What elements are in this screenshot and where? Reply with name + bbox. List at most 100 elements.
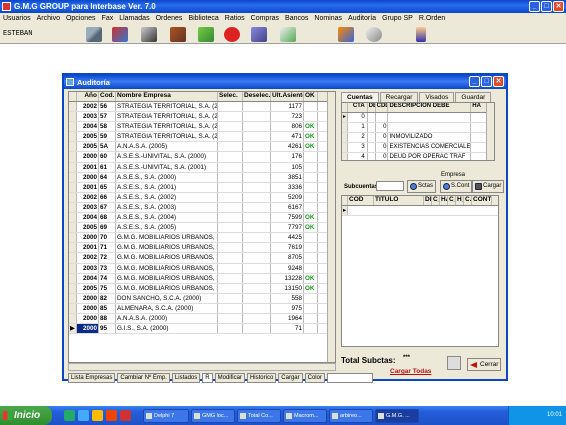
col-de[interactable]: DE [368, 103, 376, 112]
col-ano[interactable]: Año [77, 92, 99, 101]
ie-icon[interactable] [78, 410, 89, 421]
table-row[interactable]: 200575G.M.G. MOBILIARIOS URBANOS, S.A. (… [69, 283, 335, 294]
table-row[interactable]: 200070G.M.G. MOBILIARIOS URBANOS, S.A. (… [69, 233, 335, 244]
menu-bancos[interactable]: Bancos [285, 13, 308, 25]
task-macrom[interactable]: Macrom... [283, 408, 327, 423]
table-row[interactable]: 2000 64 A.S.E.S., S.A. (2000) 3851 [69, 172, 335, 183]
col-cod[interactable]: Cod. [99, 92, 116, 101]
col-cta[interactable]: CTA [348, 103, 368, 112]
table-row[interactable]: 2001 61 A.S.E.S.-UNIVITAL, S.A. (2001) 105 [69, 162, 335, 173]
table-row[interactable]: 200256STRATEGIA TERRITORIAL, S.A. (2002)… [69, 102, 335, 113]
table-row[interactable]: 200171G.M.G. MOBILIARIOS URBANOS, S.A. (… [69, 243, 335, 254]
menu-compras[interactable]: Compras [251, 13, 279, 25]
col-ok[interactable]: OK [304, 92, 318, 101]
firefox-icon[interactable] [106, 410, 117, 421]
table-row[interactable]: 200474G.M.G. MOBILIARIOS URBANOS, S.A. (… [69, 273, 335, 284]
empresa-input[interactable] [376, 181, 404, 191]
color-input[interactable] [326, 373, 373, 383]
col-ult-asiento[interactable]: Ult.Asiento [271, 92, 304, 101]
table-row[interactable]: 200373G.M.G. MOBILIARIOS URBANOS, S.A. (… [69, 263, 335, 274]
home-icon[interactable] [198, 27, 214, 42]
color-button[interactable]: Color [304, 373, 325, 383]
person-icon[interactable] [416, 27, 426, 42]
col-c2[interactable]: C_ [448, 196, 456, 205]
empresas-grid[interactable]: Año Cod. Nombre Empresa Selec. Deselec. … [68, 91, 336, 363]
col-cdd[interactable]: CDD [376, 103, 389, 112]
tab-visados[interactable]: Visados [419, 92, 455, 102]
table-row[interactable]: 10 [342, 123, 494, 134]
col-descripcion-debe[interactable]: DESCRIPCION DEBE [388, 103, 472, 112]
col-titulo[interactable]: TITULO [374, 196, 424, 205]
cuentas-vertical-scrollbar[interactable] [486, 103, 494, 160]
window-maximize-button[interactable]: □ [481, 76, 492, 87]
table-row[interactable]: 3 0 EXISTENCIAS COMERCIALE [342, 143, 494, 154]
quicklaunch-icon[interactable] [64, 410, 75, 421]
col-cont[interactable]: CONT [472, 196, 492, 205]
table-row[interactable]: 2001 65 A.S.E.S., S.A. (2001) 3336 [69, 182, 335, 193]
tab-guardar[interactable]: Guardar [455, 92, 492, 102]
task-arbireo[interactable]: arbireo... [329, 408, 373, 423]
r-checkbox[interactable]: R [202, 373, 213, 383]
maximize-button[interactable]: □ [541, 1, 552, 12]
table-row[interactable]: 2002 66 A.S.E.S., S.A. (2002) 5209 [69, 192, 335, 203]
menu-archivo[interactable]: Archivo [37, 13, 60, 25]
table-row[interactable]: 2000 82 DON SANCHO, S.C.A. (2000) 558 [69, 293, 335, 304]
cambiar-num-emp-button[interactable]: Cambiar Nº Emp. [117, 373, 170, 383]
col-c-fe[interactable]: C.Fe [464, 196, 472, 205]
col-cod[interactable]: COD [348, 196, 374, 205]
menu-auditoria[interactable]: Auditoría [348, 13, 376, 25]
table-row[interactable]: 200272G.M.G. MOBILIARIOS URBANOS, S.A. (… [69, 253, 335, 264]
table-row[interactable]: 2004 68 A.S.E.S., S.A. (2004) 7599 OK [69, 213, 335, 224]
s-cont-button[interactable]: S.Cont [440, 180, 473, 193]
task-gmg-loc[interactable]: GMG loc... [191, 408, 235, 423]
col-ha[interactable]: HA [440, 196, 448, 205]
col-deselec[interactable]: Deselec. [243, 92, 271, 101]
cargar-todas-link[interactable]: Cargar Todas [390, 368, 431, 375]
cuentas-grid[interactable]: CTA DE CDD DESCRIPCION DEBE HA ▸01020INM… [341, 102, 495, 161]
menu-llamadas[interactable]: Llamadas [119, 13, 149, 25]
menu-ordenes[interactable]: Ordenes [156, 13, 183, 25]
table-row[interactable]: 2005 5A A.N.A.S.A. (2005) 4261 OK [69, 142, 335, 153]
table-row[interactable]: 4 0 DEUD POR OPERAC TRAF [342, 153, 494, 160]
menu-ratios[interactable]: Ratios [225, 13, 245, 25]
historico-button[interactable]: Historico [246, 373, 277, 383]
cerrar-button[interactable]: Cerrar [467, 358, 501, 371]
app-icon[interactable] [120, 410, 131, 421]
window-close-button[interactable]: ✕ [493, 76, 504, 87]
table-row[interactable]: ▸ 0 [342, 113, 494, 124]
lista-empresas-button[interactable]: Lista Empresas [68, 373, 116, 383]
table-row[interactable]: 2 0 INMOVILIZADO [342, 133, 494, 144]
chart-icon[interactable] [141, 27, 157, 42]
window-minimize-button[interactable]: _ [469, 76, 480, 87]
empresas-vertical-scrollbar[interactable] [327, 92, 335, 362]
menu-opciones[interactable]: Opciones [66, 13, 96, 25]
table-row[interactable]: ▶ 2000 95 G.I.S., S.A. (2000) 71 [69, 324, 335, 335]
menu-fax[interactable]: Fax [102, 13, 114, 25]
table-row[interactable]: 2005 69 A.S.E.S., S.A. (2005) 7797 OK [69, 223, 335, 234]
trash-icon[interactable] [447, 356, 461, 370]
subcuentas-empty-row[interactable]: ▸ [342, 206, 498, 217]
col-nombre-empresa[interactable]: Nombre Empresa [116, 92, 218, 101]
cargar-subc-button[interactable]: Cargar [472, 180, 505, 193]
menu-r-orden[interactable]: R.Orden [419, 13, 445, 25]
col-c1[interactable]: C_ [432, 196, 440, 205]
table-row[interactable]: 2000 85 ALMENARA, S.C.A. (2000) 975 [69, 303, 335, 314]
close-button[interactable]: ✕ [553, 1, 564, 12]
save-icon[interactable] [280, 27, 296, 42]
menu-nominas[interactable]: Nominas [314, 13, 342, 25]
menu-usuarios[interactable]: Usuarios [3, 13, 31, 25]
menu-grupo-sp[interactable]: Grupo SP [382, 13, 413, 25]
table-row[interactable]: 2003 67 A.S.E.S., S.A. (2003) 6167 [69, 202, 335, 214]
table-row[interactable]: 2000 60 A.S.E.S.-UNIVITAL, S.A. (2000) 176 [69, 152, 335, 163]
settings-icon[interactable] [366, 27, 382, 42]
cargar-button[interactable]: Cargar [278, 373, 303, 383]
truck-icon[interactable] [86, 27, 102, 42]
sctas-button[interactable]: Sctas [407, 180, 437, 193]
empresas-horizontal-scrollbar[interactable] [68, 363, 336, 371]
table-row[interactable]: 200357STRATEGIA TERRITORIAL, S.A. (2003)… [69, 112, 335, 123]
tab-recargar[interactable]: Recargar [379, 92, 419, 102]
table-row[interactable]: 200559STRATEGIA TERRITORIAL, S.A. (2005)… [69, 132, 335, 143]
task-delphi[interactable]: Delphi 7 [143, 408, 189, 423]
listados-button[interactable]: Listados [171, 373, 201, 383]
col-selec[interactable]: Selec. [218, 92, 243, 101]
